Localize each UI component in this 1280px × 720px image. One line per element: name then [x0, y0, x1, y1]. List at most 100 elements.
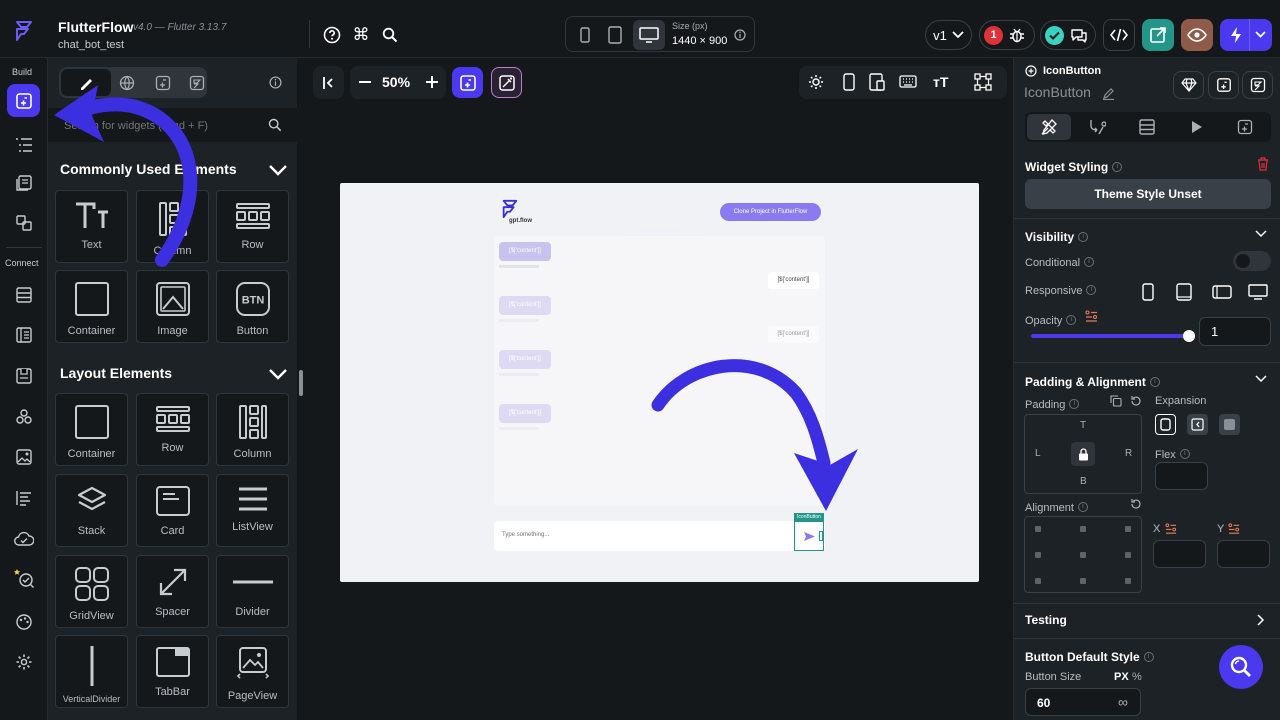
button-size-field[interactable]: 60 ∞	[1025, 688, 1141, 716]
library-icon[interactable]	[1242, 71, 1273, 99]
media-assets-icon[interactable]	[12, 445, 36, 469]
tab-backend-query-icon[interactable]	[1137, 117, 1157, 137]
info-icon[interactable]	[734, 29, 746, 41]
tab-ai-icon[interactable]	[1235, 117, 1255, 137]
phone-icon[interactable]	[574, 24, 596, 46]
zoom-out-icon[interactable]	[356, 73, 374, 91]
custom-code-icon[interactable]	[12, 486, 36, 510]
expansion-shrink-icon[interactable]	[1155, 414, 1176, 435]
expansion-flex-icon[interactable]	[1187, 414, 1208, 435]
desktop-icon[interactable]	[633, 20, 665, 50]
chevron-down-icon[interactable]	[268, 164, 288, 176]
widget-tile-spacer[interactable]: Spacer	[136, 555, 209, 628]
button-size-value[interactable]: 60	[1037, 696, 1050, 710]
opacity-slider-thumb[interactable]	[1183, 330, 1195, 342]
resize-handle[interactable]	[819, 531, 823, 541]
message-input[interactable]: Type something...	[502, 532, 549, 538]
info-icon[interactable]: i	[1069, 398, 1080, 409]
align-top-center[interactable]	[1080, 526, 1086, 532]
align-y-input[interactable]	[1217, 540, 1270, 568]
app-state-icon[interactable]	[12, 323, 36, 347]
align-center[interactable]	[1080, 552, 1086, 558]
ai-gen-icon[interactable]	[491, 67, 522, 98]
keyboard-icon[interactable]	[899, 75, 917, 88]
components-icon[interactable]	[12, 211, 36, 235]
help-icon[interactable]	[322, 25, 342, 45]
diamond-icon[interactable]	[1173, 71, 1204, 99]
collapse-panel-icon[interactable]	[313, 66, 344, 99]
cloud-functions-icon[interactable]	[12, 527, 36, 551]
project-name[interactable]: chat_bot_test	[58, 39, 124, 51]
debug-button[interactable]: 1	[979, 20, 1035, 50]
variable-binding-icon[interactable]	[1228, 523, 1240, 535]
copy-icon[interactable]	[1110, 395, 1122, 407]
add-component-icon[interactable]	[1208, 71, 1239, 99]
variable-binding-icon[interactable]	[1165, 523, 1177, 535]
device-preview-icon[interactable]	[869, 73, 885, 91]
command-icon[interactable]: ⌘	[351, 25, 371, 45]
widget-tile-listview[interactable]: ListView	[216, 474, 289, 547]
widget-tile-container[interactable]: Container	[55, 393, 128, 466]
align-top-left[interactable]	[1035, 526, 1041, 532]
tab-animations-icon[interactable]	[1186, 117, 1206, 137]
search-icon[interactable]	[380, 25, 400, 45]
info-icon[interactable]: i	[1143, 651, 1154, 662]
widget-name[interactable]: IconButton	[1024, 84, 1091, 100]
tab-actions-icon[interactable]	[1087, 117, 1107, 137]
search-icon[interactable]	[268, 118, 282, 132]
conditional-toggle[interactable]	[1233, 251, 1271, 271]
flutterflow-logo-icon[interactable]	[12, 19, 36, 43]
light-mode-icon[interactable]	[808, 74, 824, 90]
widget-tile-card[interactable]: Card	[136, 474, 209, 547]
info-icon[interactable]: i	[1149, 376, 1160, 387]
pages-icon[interactable]	[12, 171, 36, 195]
widget-tile-row[interactable]: Row	[136, 393, 209, 466]
branch-selector[interactable]: v1	[925, 20, 972, 50]
widget-palette-icon[interactable]	[7, 84, 40, 117]
padding-top-label[interactable]: T	[1080, 420, 1086, 431]
api-calls-icon[interactable]	[12, 364, 36, 388]
unit-px-toggle[interactable]: PX	[1114, 671, 1129, 683]
reset-icon[interactable]	[1130, 395, 1142, 407]
infinity-icon[interactable]: ∞	[1118, 694, 1128, 710]
widget-tile-tabbar[interactable]: TabBar	[136, 635, 209, 708]
theme-style-button[interactable]: Theme Style Unset	[1025, 179, 1271, 209]
chevron-down-icon[interactable]	[1255, 230, 1267, 238]
integrations-icon[interactable]	[12, 405, 36, 429]
reset-icon[interactable]	[1130, 498, 1142, 510]
chevron-down-icon[interactable]	[268, 368, 288, 380]
chevron-right-icon[interactable]	[1257, 614, 1265, 626]
lock-icon[interactable]	[1071, 442, 1095, 466]
align-center-right[interactable]	[1125, 552, 1131, 558]
align-bottom-left[interactable]	[1035, 578, 1041, 584]
chevron-down-icon[interactable]	[1255, 375, 1267, 383]
tree-structure-icon[interactable]	[974, 73, 992, 91]
eye-icon[interactable]	[1181, 19, 1213, 51]
info-icon[interactable]	[269, 76, 282, 89]
widget-tile-row[interactable]: Row	[216, 190, 289, 263]
responsive-phone-icon[interactable]	[1142, 283, 1154, 301]
add-widget-icon[interactable]	[452, 67, 483, 98]
expansion-expand-icon[interactable]	[1219, 414, 1240, 435]
padding-bottom-label[interactable]: B	[1080, 476, 1087, 487]
responsive-tablet-landscape-icon[interactable]	[1212, 285, 1232, 299]
widget-tree-icon[interactable]	[12, 133, 36, 157]
database-icon[interactable]	[12, 283, 36, 307]
align-center-left[interactable]	[1035, 552, 1041, 558]
widget-tile-gridview[interactable]: GridView	[55, 555, 128, 628]
widget-tile-column[interactable]: Column	[216, 393, 289, 466]
code-icon[interactable]	[1103, 19, 1135, 51]
info-icon[interactable]: i	[1078, 231, 1089, 242]
flex-input[interactable]	[1155, 462, 1208, 490]
align-x-input[interactable]	[1153, 540, 1206, 568]
padding-left-label[interactable]: L	[1035, 448, 1041, 459]
unit-percent-toggle[interactable]: %	[1132, 671, 1142, 683]
widget-tile-stack[interactable]: Stack	[55, 474, 128, 547]
edit-pencil-icon[interactable]	[1102, 87, 1115, 100]
tablet-icon[interactable]	[604, 24, 626, 46]
info-icon[interactable]: i	[1086, 284, 1097, 295]
clone-project-button[interactable]: Clone Project in FlutterFlow	[720, 203, 821, 221]
info-icon[interactable]: i	[1112, 161, 1123, 172]
tests-icon[interactable]	[10, 564, 38, 592]
info-icon[interactable]: i	[1084, 256, 1095, 267]
